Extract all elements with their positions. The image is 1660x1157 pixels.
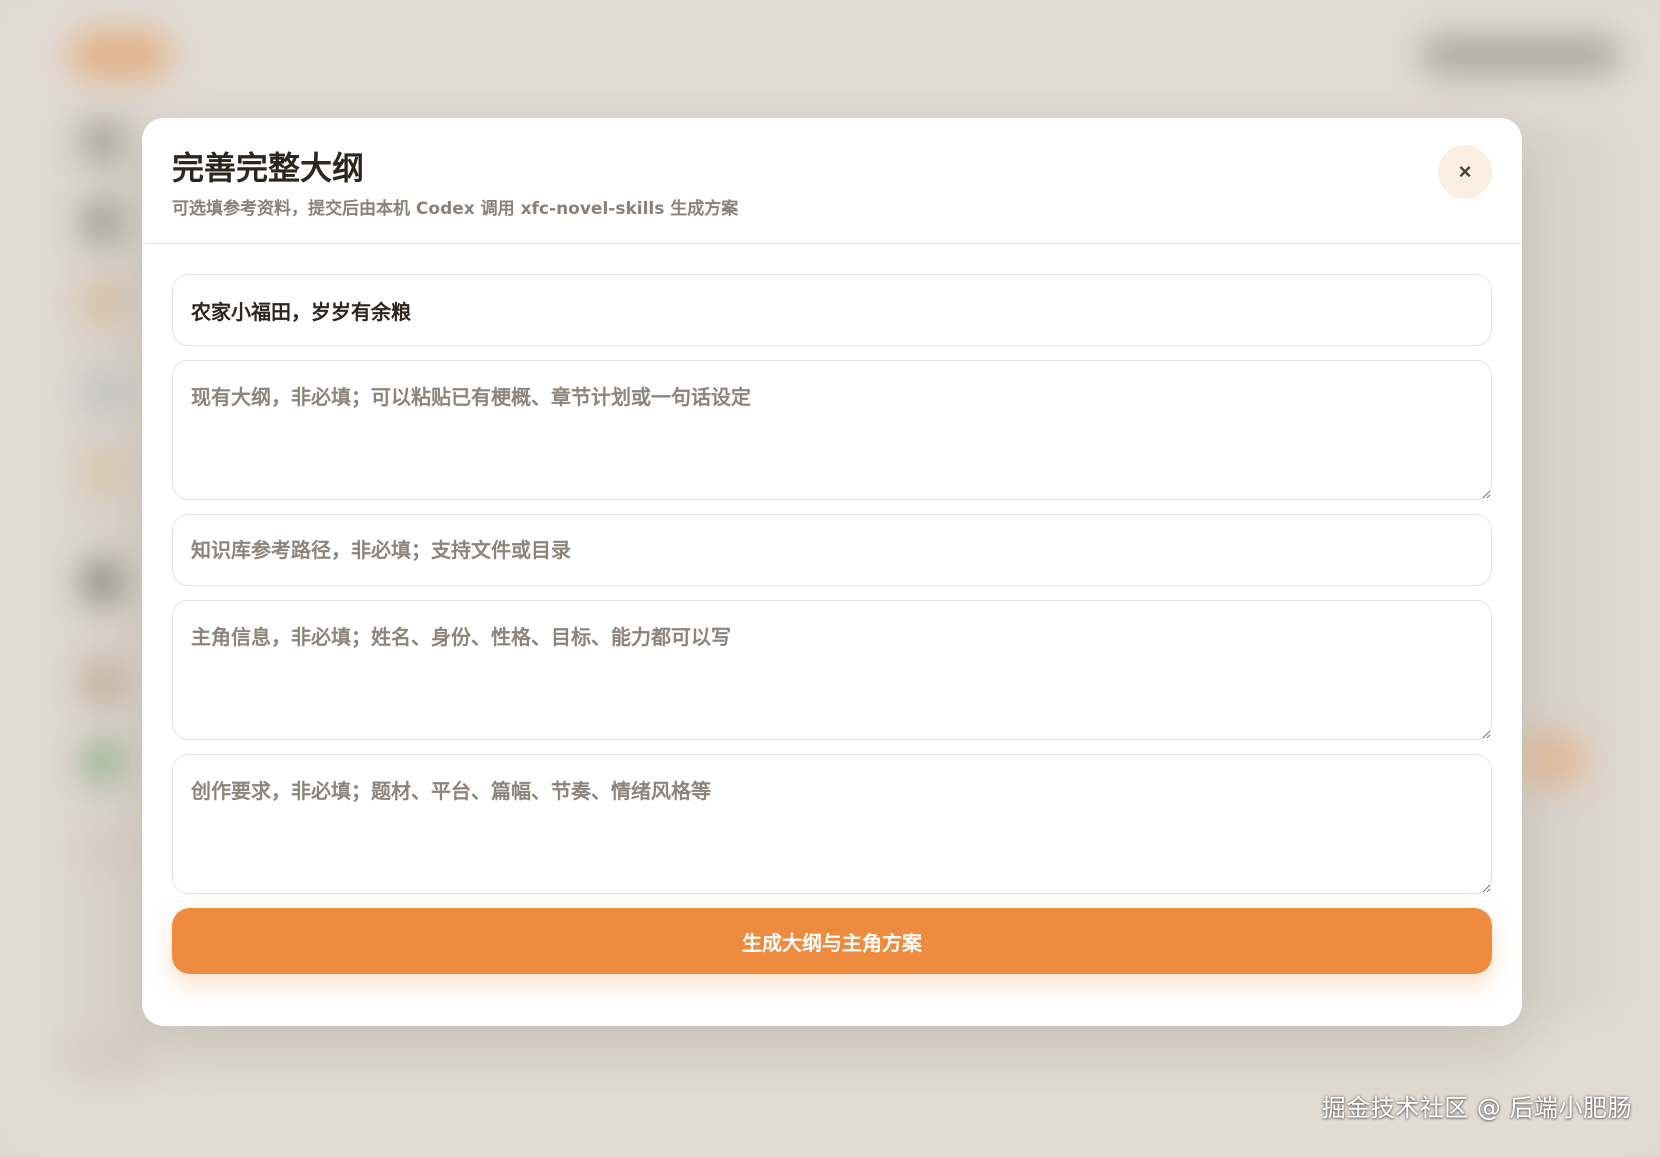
modal-body: 生成大纲与主角方案 [142,244,1522,974]
close-button[interactable]: × [1438,145,1492,199]
modal-header: 完善完整大纲 可选填参考资料，提交后由本机 Codex 调用 xfc-novel… [142,118,1522,244]
novel-title-input[interactable] [172,274,1492,346]
modal-title: 完善完整大纲 [172,149,365,187]
modal-subtitle: 可选填参考资料，提交后由本机 Codex 调用 xfc-novel-skills… [172,199,739,219]
creative-requirements-textarea[interactable] [172,754,1492,894]
knowledge-base-path-input[interactable] [172,514,1492,586]
existing-outline-textarea[interactable] [172,360,1492,500]
close-icon: × [1458,159,1472,184]
generate-outline-button[interactable]: 生成大纲与主角方案 [172,908,1492,974]
watermark: 掘金技术社区 @ 后端小肥肠 [1321,1094,1632,1122]
protagonist-info-textarea[interactable] [172,600,1492,740]
outline-modal: 完善完整大纲 可选填参考资料，提交后由本机 Codex 调用 xfc-novel… [142,118,1522,1026]
